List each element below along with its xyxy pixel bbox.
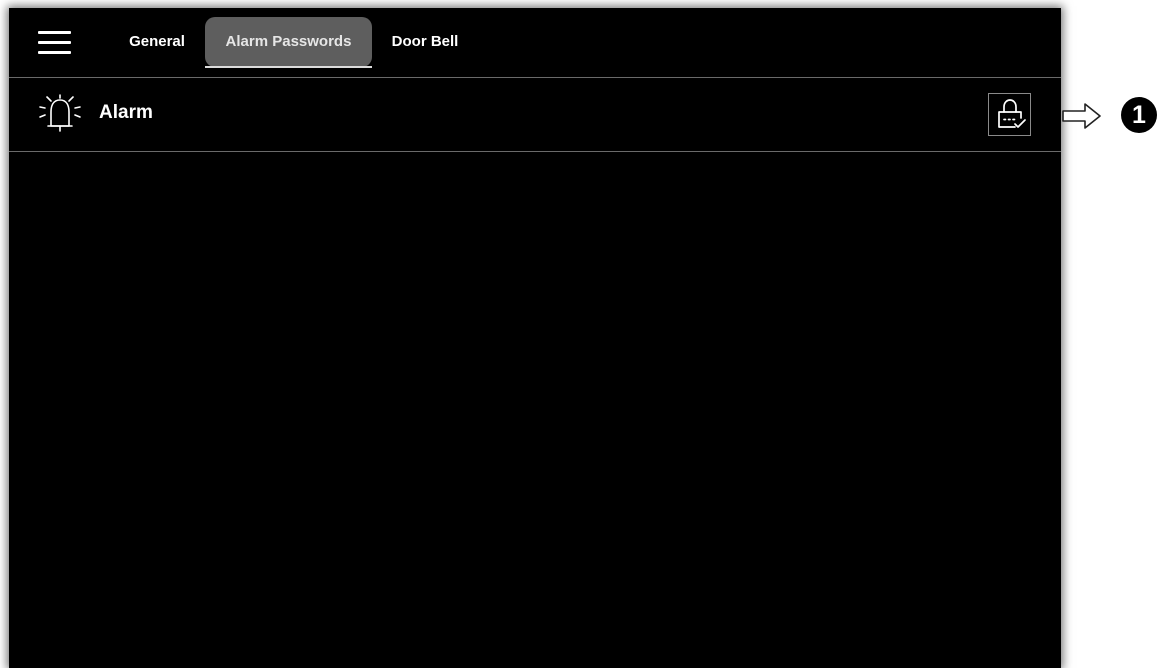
menu-button[interactable] (35, 28, 75, 58)
app-screen: General Alarm Passwords Door Bell Alarm (9, 8, 1061, 668)
menu-icon-bar (38, 41, 71, 44)
callout-number-badge: 1 (1121, 97, 1157, 133)
active-tab-indicator (205, 66, 372, 68)
row-label-alarm: Alarm (99, 102, 153, 123)
menu-icon-bar (38, 51, 71, 54)
alarm-row: Alarm (9, 78, 1061, 152)
alarm-bell-icon (39, 94, 81, 132)
tab-door-bell[interactable]: Door Bell (380, 17, 470, 67)
arrow-right-outline-icon (1062, 103, 1101, 129)
tab-general[interactable]: General (114, 17, 200, 67)
lock-check-icon (998, 99, 1026, 128)
top-bar: General Alarm Passwords Door Bell (9, 8, 1061, 78)
menu-icon-bar (38, 31, 71, 34)
set-password-button[interactable] (988, 93, 1031, 136)
tab-alarm-passwords[interactable]: Alarm Passwords (205, 17, 372, 67)
